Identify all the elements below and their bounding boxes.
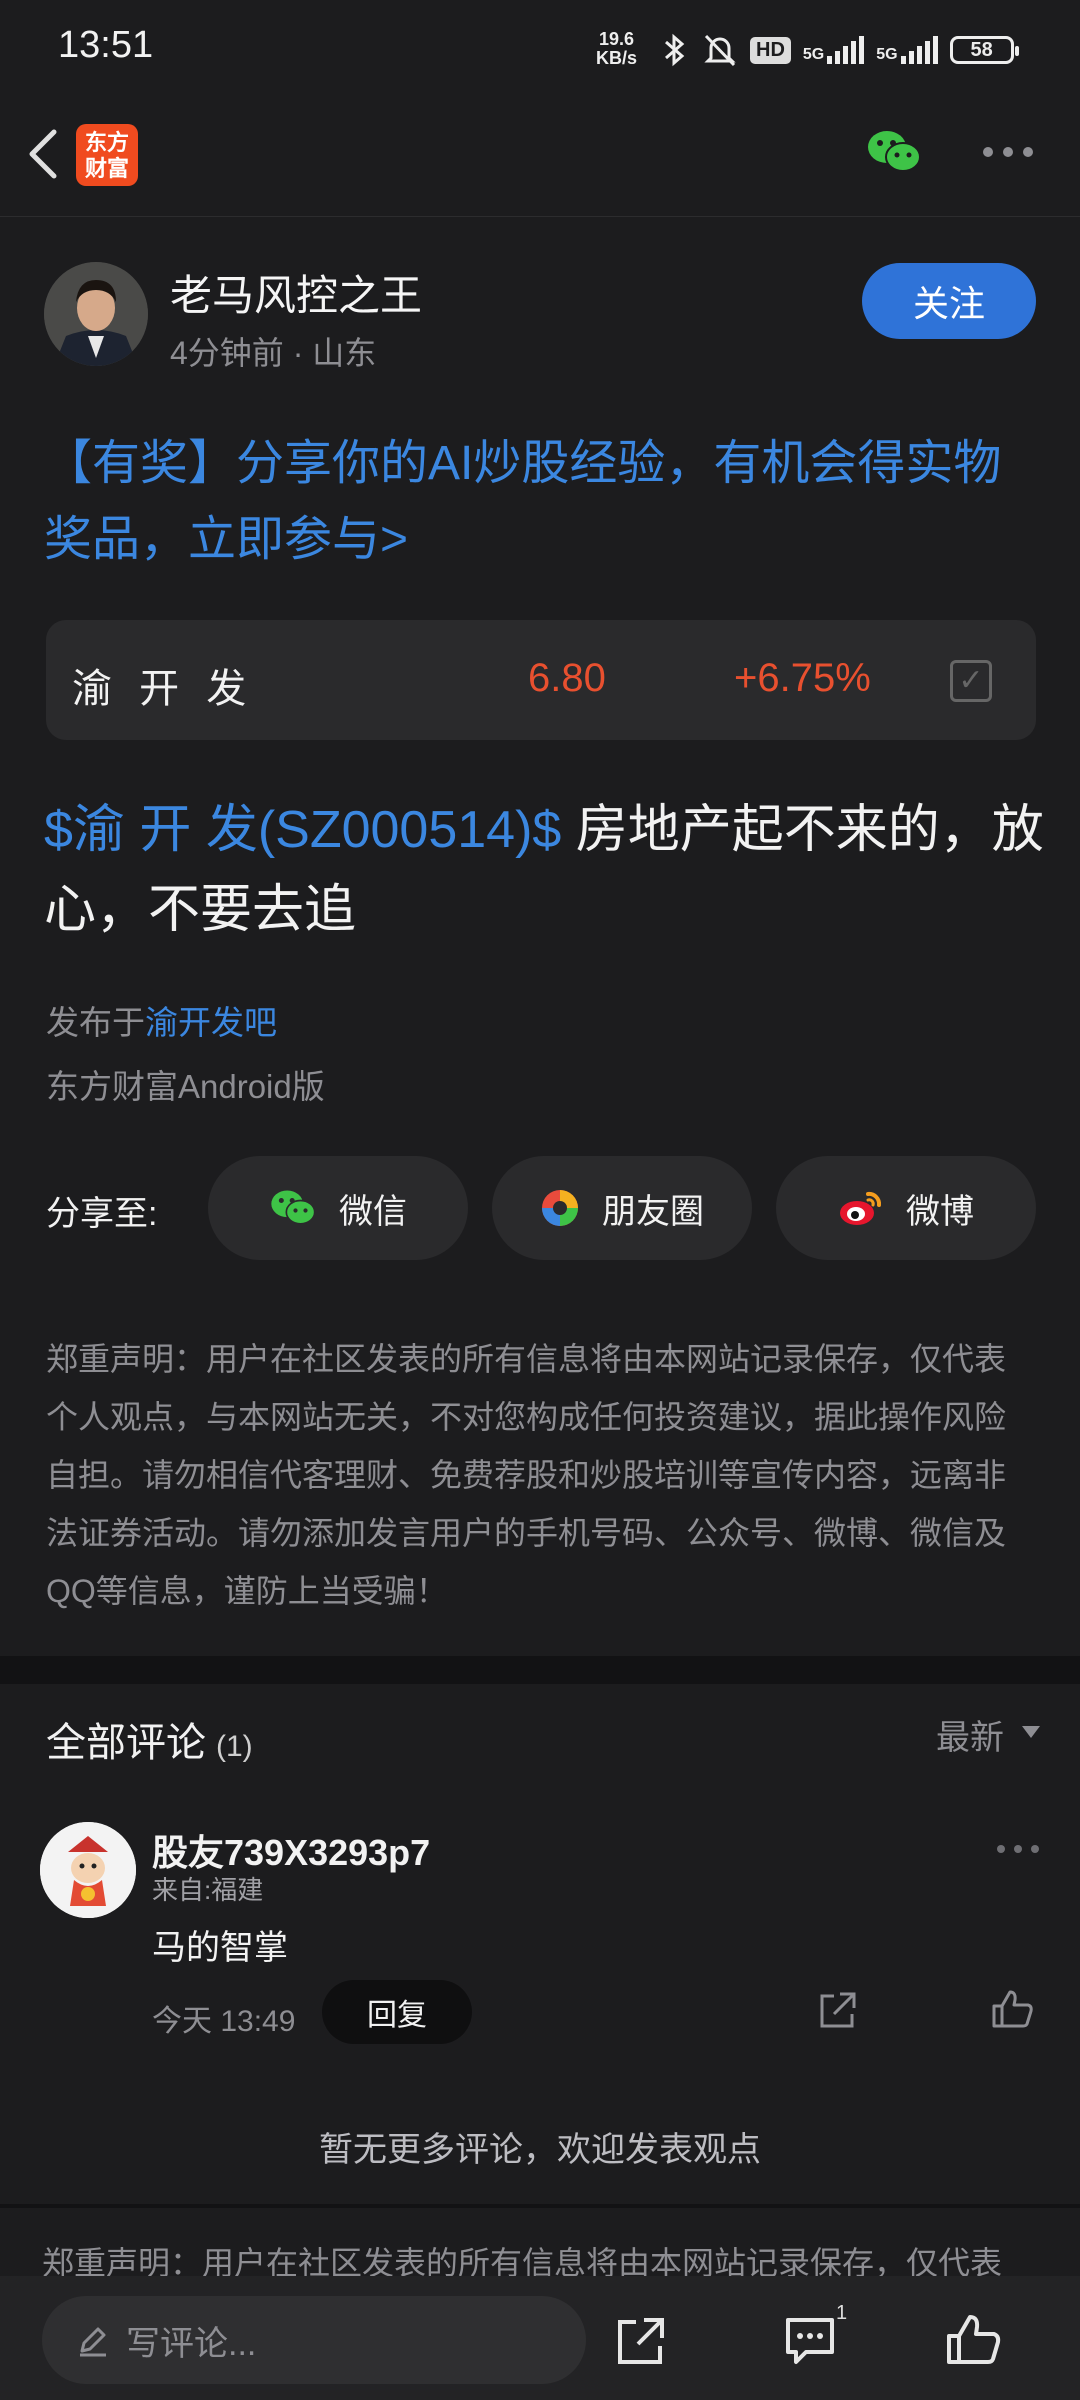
follow-button[interactable]: 关注 bbox=[862, 263, 1036, 339]
promo-link[interactable]: 【有奖】分享你的AI炒股经验，有机会得实物奖品，立即参与> bbox=[44, 426, 1044, 578]
sort-dropdown[interactable]: 最新 bbox=[936, 1710, 1004, 1759]
logo-line-2: 财富 bbox=[84, 156, 129, 181]
app-logo: 东方 财富 bbox=[76, 124, 138, 186]
share-wechat-button[interactable]: 微信 bbox=[208, 1156, 468, 1260]
stock-price: 6.80 bbox=[528, 656, 606, 700]
bluetooth-icon bbox=[665, 33, 685, 67]
comments-count: (1) bbox=[216, 1730, 253, 1763]
comment-like-icon[interactable] bbox=[990, 1988, 1034, 2030]
battery-icon: 58 bbox=[949, 36, 1019, 64]
published-in: 发布于渝开发吧 bbox=[46, 996, 277, 1044]
stock-quote-card[interactable]: 渝 开 发 6.80 +6.75% ✓ bbox=[46, 620, 1036, 740]
signal-1: 5G bbox=[802, 36, 865, 64]
comment-count-badge: 1 bbox=[836, 2302, 848, 2324]
post-location: 山东 bbox=[312, 335, 377, 371]
more-menu-icon[interactable] bbox=[982, 146, 1034, 158]
commenter-location: 来自:福建 bbox=[152, 1875, 264, 1905]
wechat-share-icon[interactable] bbox=[866, 128, 922, 176]
meta-separator: · bbox=[292, 335, 313, 371]
share-weibo-label: 微博 bbox=[906, 1192, 974, 1231]
reply-button[interactable]: 回复 bbox=[322, 1980, 472, 2044]
commenter-avatar-image bbox=[40, 1822, 136, 1918]
status-icons: HD 5G 5G 58 bbox=[660, 28, 1019, 72]
post-meta: 4分钟前 · 山东 bbox=[170, 328, 376, 374]
comments-header: 全部评论 (1) bbox=[46, 1710, 253, 1768]
forum-link[interactable]: 渝开发吧 bbox=[145, 1004, 277, 1041]
add-watchlist-check-icon[interactable]: ✓ bbox=[950, 660, 992, 702]
signal-bars-icon bbox=[900, 36, 938, 64]
signal-bars-icon bbox=[827, 36, 865, 64]
no-more-comments: 暂无更多评论，欢迎发表观点 bbox=[319, 2131, 761, 2169]
comment-icon[interactable] bbox=[782, 2314, 838, 2368]
hd-badge: HD bbox=[750, 36, 791, 64]
top-nav-bar: 东方 财富 bbox=[0, 100, 1080, 217]
stock-tag-link[interactable]: $渝 开 发(SZ000514)$ bbox=[44, 801, 561, 859]
like-icon[interactable] bbox=[944, 2312, 1002, 2368]
comment-input-placeholder: 写评论... bbox=[126, 2324, 257, 2363]
share-icon[interactable] bbox=[614, 2314, 668, 2368]
signal-2: 5G bbox=[876, 36, 938, 64]
mute-bell-icon bbox=[704, 34, 736, 67]
pencil-icon bbox=[80, 2327, 106, 2357]
share-label: 分享至: bbox=[46, 1195, 158, 1233]
section-divider bbox=[0, 1656, 1080, 1684]
wechat-icon bbox=[271, 1190, 316, 1225]
battery-level: 58 bbox=[970, 38, 993, 61]
logo-line-1: 东方 bbox=[84, 130, 129, 155]
post-time: 4分钟前 bbox=[170, 335, 284, 371]
network-type-1: 5G bbox=[802, 46, 825, 63]
share-wechat-label: 微信 bbox=[339, 1192, 407, 1231]
comment-more-icon[interactable] bbox=[996, 1844, 1040, 1854]
comment-share-icon[interactable] bbox=[816, 1990, 858, 2032]
disclaimer-text: 郑重声明：用户在社区发表的所有信息将由本网站记录保存，仅代表个人观点，与本网站无… bbox=[46, 1341, 1007, 1609]
author-avatar-image bbox=[44, 262, 148, 366]
stock-name: 渝 开 发 bbox=[72, 667, 255, 711]
back-arrow-icon[interactable] bbox=[22, 126, 62, 182]
published-prefix: 发布于 bbox=[46, 1004, 145, 1041]
author-avatar[interactable] bbox=[44, 262, 148, 366]
network-speed: 19.6 KB/s bbox=[596, 30, 637, 68]
post-client: 东方财富Android版 bbox=[46, 1068, 325, 1105]
comments-title: 全部评论 bbox=[46, 1721, 206, 1765]
author-name[interactable]: 老马风控之王 bbox=[170, 262, 422, 323]
weibo-icon bbox=[840, 1191, 882, 1225]
share-weibo-button[interactable]: 微博 bbox=[776, 1156, 1036, 1260]
network-speed-unit: KB/s bbox=[596, 48, 638, 68]
comment-input[interactable]: 写评论... bbox=[42, 2296, 586, 2384]
section-divider bbox=[0, 2204, 1080, 2208]
network-type-2: 5G bbox=[876, 46, 898, 63]
network-speed-value: 19.6 bbox=[598, 29, 635, 49]
stock-change: +6.75% bbox=[734, 656, 871, 700]
comment-text: 马的智掌 bbox=[152, 1929, 288, 1967]
status-time: 13:51 bbox=[58, 24, 154, 66]
post-content: $渝 开 发(SZ000514)$ 房地产起不来的，放心，不要去追 bbox=[44, 790, 1044, 950]
commenter-name[interactable]: 股友739X3293p7 bbox=[152, 1824, 430, 1876]
moments-icon bbox=[542, 1190, 578, 1226]
chevron-down-icon[interactable] bbox=[1022, 1726, 1040, 1738]
commenter-avatar[interactable] bbox=[40, 1822, 136, 1918]
comment-time: 今天 13:49 bbox=[152, 2005, 296, 2038]
share-moments-label: 朋友圈 bbox=[602, 1192, 704, 1231]
share-moments-button[interactable]: 朋友圈 bbox=[492, 1156, 752, 1260]
status-bar: 13:51 19.6 KB/s HD 5G 5G 58 bbox=[0, 0, 1080, 100]
